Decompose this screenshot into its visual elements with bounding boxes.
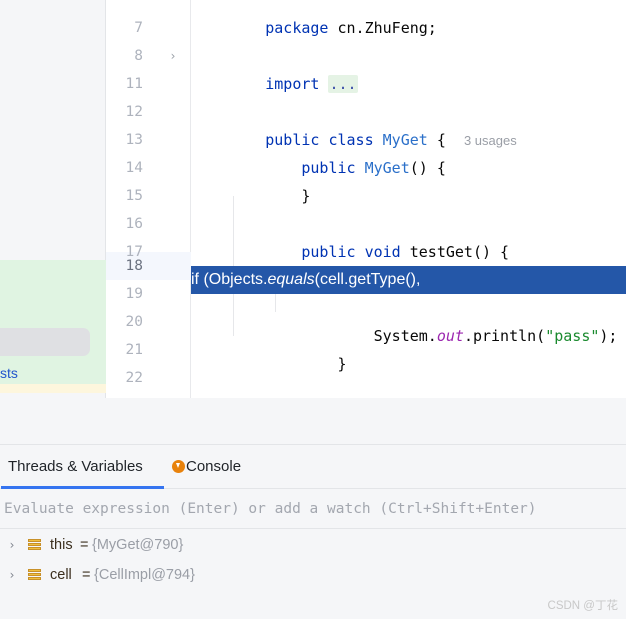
line-number: 12 bbox=[125, 104, 143, 120]
evaluate-expression-placeholder[interactable]: Evaluate expression (Enter) or add a wat… bbox=[4, 489, 537, 529]
popup-footer-bar bbox=[0, 384, 106, 393]
line-number: 15 bbox=[125, 188, 143, 204]
variable-row-cell[interactable]: › cell = {CellImpl@794} bbox=[0, 560, 626, 590]
code-line-17[interactable]: Cell cell = new CellImpl(); cell: bbox=[191, 238, 626, 289]
variable-row-this[interactable]: › this = {MyGet@790} bbox=[0, 530, 626, 560]
code-line-12[interactable]: public class MyGet { 3 usages bbox=[191, 98, 626, 149]
variable-name: cell bbox=[50, 567, 72, 583]
inspection-popup[interactable]: sts bbox=[0, 260, 106, 393]
line-number: 16 bbox=[125, 216, 143, 232]
variables-list[interactable]: › this = {MyGet@790} › cell = {CellImpl@… bbox=[0, 530, 626, 619]
variable-value: {CellImpl@794} bbox=[94, 567, 195, 583]
current-execution-line-highlight[interactable]: if (Objects.equals(cell.getType(), bbox=[191, 266, 626, 294]
code-line-21[interactable] bbox=[191, 350, 626, 378]
evaluate-expression-bar[interactable]: Evaluate expression (Enter) or add a wat… bbox=[0, 489, 626, 529]
editor-gutter[interactable]: 7 8 › 11 12 13 14 15 16 17 18 19 20 21 2… bbox=[106, 0, 191, 398]
code-line-19[interactable]: System.out.println("pass"); bbox=[191, 294, 626, 345]
tab-threads-variables[interactable]: Threads & Variables bbox=[8, 445, 143, 489]
code-line-16[interactable]: public void testGet() { bbox=[191, 210, 626, 261]
line-number: 20 bbox=[125, 314, 143, 330]
gutter-current-line-highlight bbox=[106, 252, 191, 280]
line-number: 22 bbox=[125, 370, 143, 386]
popup-link-label[interactable]: sts bbox=[0, 365, 18, 381]
code-line-7[interactable] bbox=[191, 14, 626, 42]
code-line-13[interactable]: public MyGet() { bbox=[191, 126, 626, 177]
tab-console[interactable]: Console bbox=[172, 445, 241, 489]
code-line-11[interactable] bbox=[191, 70, 626, 98]
expand-chevron-icon[interactable]: › bbox=[5, 560, 19, 590]
variable-equals: = bbox=[80, 537, 89, 553]
code-line-8[interactable]: import ... bbox=[191, 42, 626, 93]
object-variable-icon bbox=[28, 539, 41, 552]
debug-tool-window: Threads & Variables Console Evaluate exp… bbox=[0, 445, 626, 619]
line-number: 8 bbox=[134, 48, 143, 64]
popup-button[interactable] bbox=[0, 328, 90, 356]
panel-separator bbox=[0, 398, 626, 445]
line-number: 14 bbox=[125, 160, 143, 176]
code-line-14[interactable]: } bbox=[191, 154, 626, 205]
object-variable-icon bbox=[28, 569, 41, 582]
watermark: CSDN @丁花 bbox=[547, 600, 618, 612]
line-number: 11 bbox=[125, 76, 143, 92]
line-number: 19 bbox=[125, 286, 143, 302]
fold-chevron-icon[interactable]: › bbox=[166, 42, 180, 70]
variable-name: this bbox=[50, 537, 73, 553]
expand-chevron-icon[interactable]: › bbox=[5, 530, 19, 560]
code-line-20[interactable]: } bbox=[191, 322, 626, 373]
line-number: 21 bbox=[125, 342, 143, 358]
code-line-6[interactable]: package cn.ZhuFeng; bbox=[191, 0, 626, 37]
code-line-22[interactable]: System.out.println("fail"); bbox=[191, 378, 626, 398]
code-editor: 7 8 › 11 12 13 14 15 16 17 18 19 20 21 2… bbox=[0, 0, 626, 398]
code-text-area[interactable]: package cn.ZhuFeng; import ... public cl… bbox=[191, 0, 626, 398]
ide-screenshot: 7 8 › 11 12 13 14 15 16 17 18 19 20 21 2… bbox=[0, 0, 626, 619]
line-number-current: 18 bbox=[125, 258, 143, 274]
variable-value: {MyGet@790} bbox=[92, 537, 184, 553]
code-line-15[interactable] bbox=[191, 182, 626, 210]
line-number: 13 bbox=[125, 132, 143, 148]
debug-tab-bar: Threads & Variables Console bbox=[0, 445, 626, 489]
variable-equals: = bbox=[82, 567, 91, 583]
line-number: 7 bbox=[134, 20, 143, 36]
